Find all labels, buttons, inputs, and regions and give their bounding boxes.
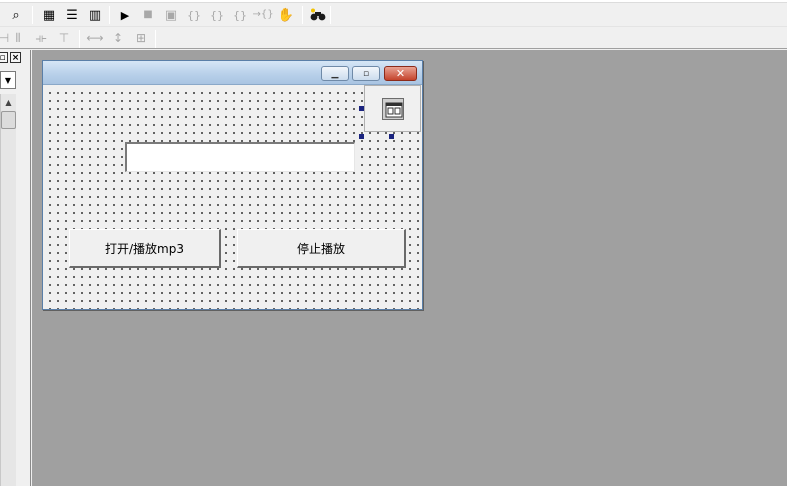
selection-handle[interactable] (389, 134, 394, 139)
panel-object-combo[interactable]: ▼ (0, 71, 16, 89)
timer-icon (381, 97, 404, 120)
scroll-thumb[interactable] (1, 111, 16, 129)
scroll-up-icon[interactable]: ▲ (1, 94, 16, 110)
left-docked-panel: ▫ × ▼ ▲ (0, 50, 31, 486)
selection-handle[interactable] (359, 134, 364, 139)
form-titlebar[interactable]: ▁ ▫ ✕ (43, 61, 422, 85)
panel-header: ▫ × (0, 50, 31, 65)
layout-columns-icon[interactable]: ▥ (85, 5, 105, 25)
breakpoint-icon[interactable]: ▣ (161, 5, 181, 25)
chevron-down-icon[interactable]: ▼ (2, 73, 14, 87)
layout-grid-icon[interactable]: ▦ (39, 5, 59, 25)
maximize-button[interactable]: ▫ (352, 66, 380, 81)
space-vertical-icon[interactable]: ⊤ (54, 28, 74, 48)
stop-play-button[interactable]: 停止播放 (237, 229, 406, 268)
same-height-icon[interactable]: ↕ (108, 28, 128, 48)
toolbar-separator (302, 6, 303, 24)
text-box[interactable] (125, 142, 355, 172)
debug-toolbar: ⌕ ▦ ☰ ▥ ▶ ■ ▣ {} {} {} →{} ✋ (0, 3, 787, 27)
same-width-icon[interactable]: ⟷ (85, 28, 105, 48)
panel-restore-icon[interactable]: ▫ (0, 52, 8, 63)
toolbar-separator (32, 6, 33, 24)
toolbar-separator (330, 6, 331, 24)
step-into-icon[interactable]: {} (184, 5, 204, 25)
space-horizontal-icon[interactable]: ⟛ (31, 28, 51, 48)
minimize-button[interactable]: ▁ (321, 66, 349, 81)
find-icon[interactable]: ⌕ (6, 5, 26, 25)
step-out-icon[interactable]: {} (230, 5, 250, 25)
hand-icon[interactable]: ✋ (276, 5, 296, 25)
panel-scrollbar[interactable]: ▲ (0, 94, 16, 486)
toolbar-separator (109, 6, 110, 24)
form-design-surface[interactable]: 打开/播放mp3 停止播放 (43, 85, 422, 309)
step-over-icon[interactable]: {} (207, 5, 227, 25)
center-in-form-icon[interactable]: ⊞ (131, 28, 151, 48)
align-center-icon[interactable]: ⫴ (8, 28, 28, 48)
open-play-mp3-button[interactable]: 打开/播放mp3 (69, 229, 221, 268)
run-to-cursor-icon[interactable]: →{} (252, 5, 273, 25)
close-button[interactable]: ✕ (384, 66, 417, 81)
form-layout-toolbar: ⊣ ⫴ ⟛ ⊤ ⟷ ↕ ⊞ (0, 27, 787, 49)
toolbar-separator (79, 30, 80, 48)
selection-handle[interactable] (359, 106, 364, 111)
timer-control[interactable] (364, 85, 421, 132)
layout-rows-icon[interactable]: ☰ (62, 5, 82, 25)
stop-icon[interactable]: ■ (138, 5, 158, 25)
binoculars-icon[interactable] (308, 5, 328, 25)
toolbar-separator (155, 30, 156, 48)
play-icon[interactable]: ▶ (115, 5, 135, 25)
design-form-window[interactable]: ▁ ▫ ✕ 打开/播放mp3 停止播放 (42, 60, 423, 310)
panel-close-icon[interactable]: × (10, 52, 21, 63)
